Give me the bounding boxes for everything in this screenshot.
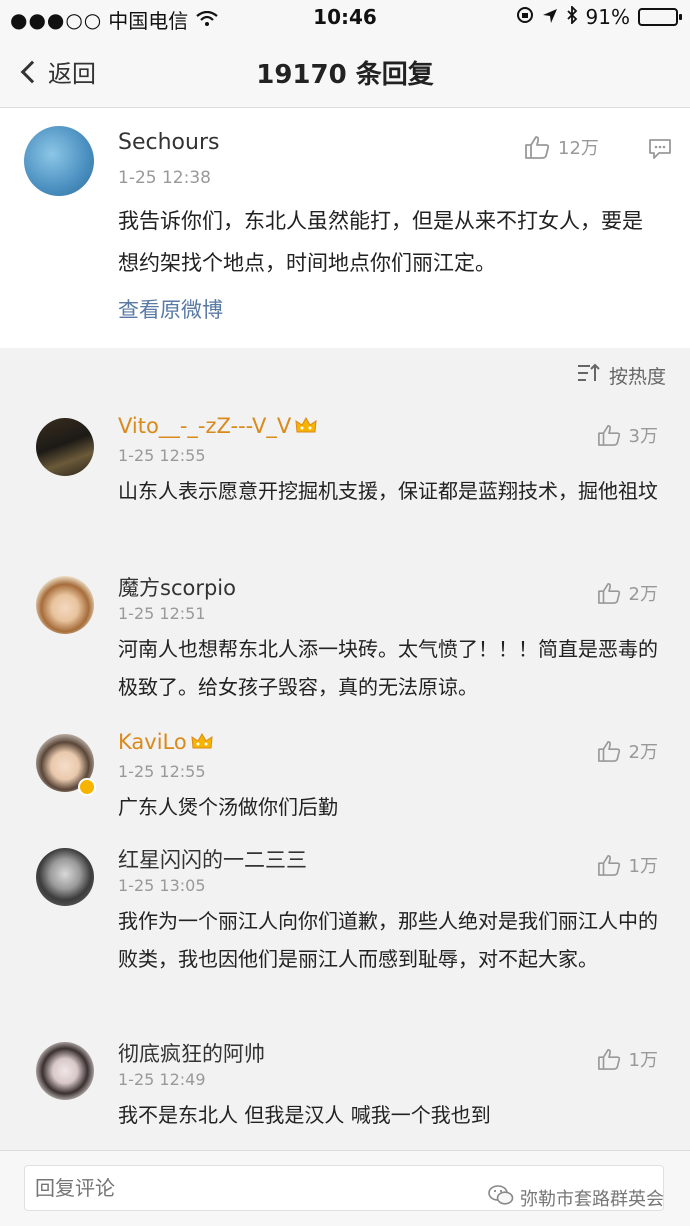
orientation-lock-icon [516,5,534,29]
reply-content: 山东人表示愿意开挖掘机支援，保证都是蓝翔技术，掘他祖坟 [118,479,658,503]
battery-icon [638,8,682,26]
page-title: 19170 条回复 [256,60,434,90]
reply-time: 1-25 12:51 [118,604,206,623]
reply-like-count: 2万 [628,742,658,763]
view-original-link[interactable]: 查看原微博 [118,294,223,324]
avatar[interactable] [36,576,94,634]
original-post: Sechours 1-25 12:38 12万 我告诉你们，东北人虽然能打，但是… [0,108,690,348]
bottom-reply-bar: 弥勒市套路群英会 [0,1150,690,1226]
reply-time: 1-25 13:05 [118,876,206,895]
avatar[interactable] [36,418,94,476]
battery-percent: 91% [585,5,630,29]
reply-username[interactable]: 彻底疯狂的阿帅 [118,1038,265,1068]
comment-icon[interactable] [648,138,672,164]
thumbs-up-icon [597,582,621,604]
avatar[interactable] [36,848,94,906]
reply-like-count: 3万 [628,426,658,447]
reply-content: 河南人也想帮东北人添一块砖。太气愤了！！！简直是恶毒的极致了。给女孩子毁容，真的… [118,637,658,699]
sort-label: 按热度 [608,366,666,388]
reply-username[interactable]: Vito__-_-zZ---V_V [118,414,317,438]
watermark-text: 弥勒市套路群英会 [520,1188,664,1210]
post-like-count: 12万 [558,138,599,159]
reply-username[interactable]: KaviLo [118,730,213,754]
verified-badge-icon [78,778,96,796]
navigation-bar: 返回 19170 条回复 [0,34,690,108]
reply-like-count: 1万 [628,856,658,877]
reply-like-button[interactable]: 2万 [597,580,658,606]
reply-time: 1-25 12:55 [118,446,206,465]
sort-icon [577,363,601,388]
avatar[interactable] [36,1042,94,1100]
sort-by-hot-button[interactable]: 按热度 [577,362,666,389]
reply-content: 我不是东北人 但我是汉人 喊我一个我也到 [118,1103,491,1127]
post-like-button[interactable]: 12万 [524,134,599,160]
wechat-icon [488,1184,514,1211]
reply-username[interactable]: 魔方scorpio [118,572,236,602]
reply-like-button[interactable]: 1万 [597,852,658,878]
reply-like-button[interactable]: 3万 [597,422,658,448]
status-bar: ●●●○○ 中国电信 10:46 91% [0,0,690,34]
vip-crown-icon [295,416,317,436]
reply-like-button[interactable]: 1万 [597,1046,658,1072]
reply-like-count: 1万 [628,1050,658,1071]
reply-content: 我作为一个丽江人向你们道歉，那些人绝对是我们丽江人中的败类，我也因他们是丽江人而… [118,909,658,971]
post-content: 我告诉你们，东北人虽然能打，但是从来不打女人，要是想约架找个地点，时间地点你们丽… [118,209,643,275]
thumbs-up-icon [597,740,621,762]
watermark: 弥勒市套路群英会 [488,1184,664,1211]
bluetooth-icon [566,4,578,29]
thumbs-up-icon [524,135,550,159]
reply-time: 1-25 12:55 [118,762,206,781]
avatar[interactable] [24,126,94,196]
post-time: 1-25 12:38 [118,168,211,188]
reply-like-count: 2万 [628,584,658,605]
reply-like-button[interactable]: 2万 [597,738,658,764]
sort-row: 按热度 [0,348,690,404]
thumbs-up-icon [597,854,621,876]
thumbs-up-icon [597,424,621,446]
thumbs-up-icon [597,1048,621,1070]
vip-crown-icon [191,732,213,752]
reply-content: 广东人煲个汤做你们后勤 [118,795,338,819]
location-icon [542,5,558,29]
post-username[interactable]: Sechours [118,130,219,155]
status-right: 91% [516,4,682,29]
reply-time: 1-25 12:49 [118,1070,206,1089]
reply-username[interactable]: 红星闪闪的一二三三 [118,844,307,874]
